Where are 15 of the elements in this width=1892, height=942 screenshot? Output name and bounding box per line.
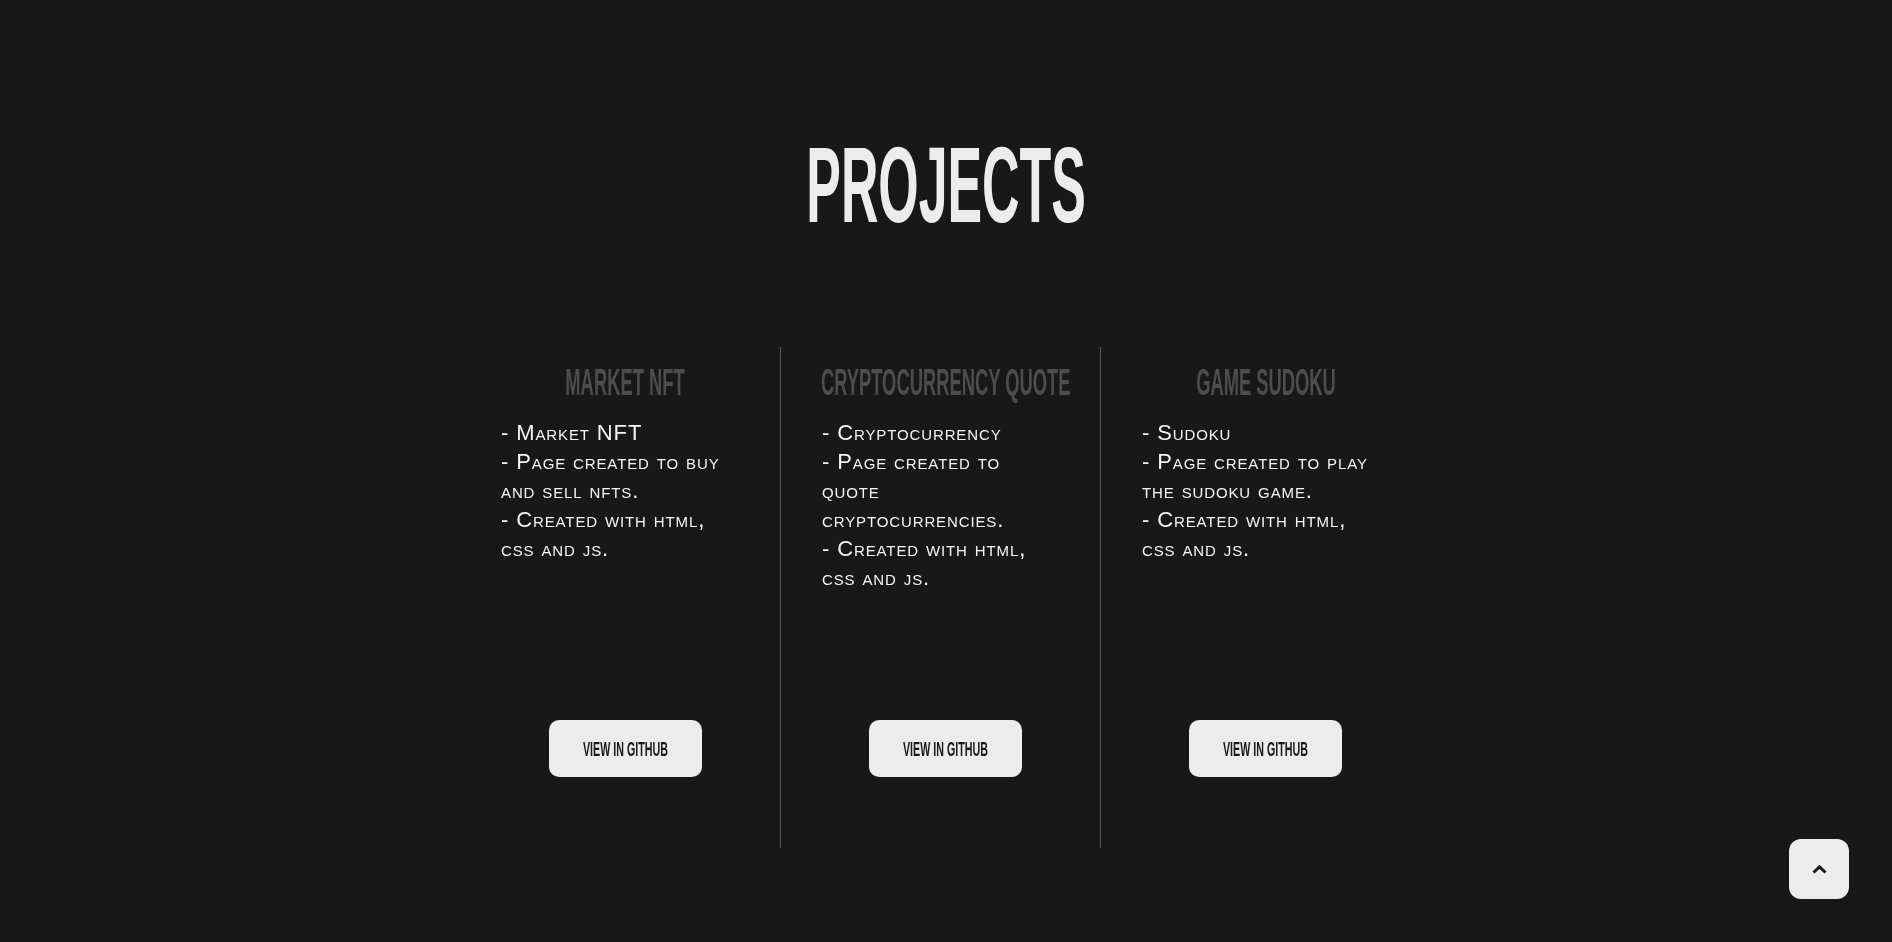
section-title: PROJECTS — [806, 131, 1086, 239]
github-button[interactable]: VIEW IN GITHUB — [869, 720, 1022, 777]
description-line: - Page created to quote cryptocurrencies. — [822, 448, 1006, 534]
github-button[interactable]: VIEW IN GITHUB — [548, 720, 702, 777]
description-line: - Created with html, css and js. — [501, 506, 707, 563]
description-line: - Cryptocurrency — [822, 419, 1003, 447]
description-line: - Created with html, css and js. — [822, 535, 1028, 592]
description-line: - Page created to buy and sell nfts. — [501, 448, 721, 505]
chevron-up-icon — [1811, 864, 1827, 874]
github-button[interactable]: VIEW IN GITHUB — [1189, 720, 1342, 777]
description-line: - Page created to play the sudoku game. — [1142, 448, 1369, 505]
description-line: - Created with html, css and js. — [1142, 506, 1348, 563]
description-line: - Market NFT — [501, 419, 644, 447]
scroll-top-button[interactable] — [1789, 839, 1849, 899]
description-line: - Sudoku — [1142, 419, 1233, 447]
